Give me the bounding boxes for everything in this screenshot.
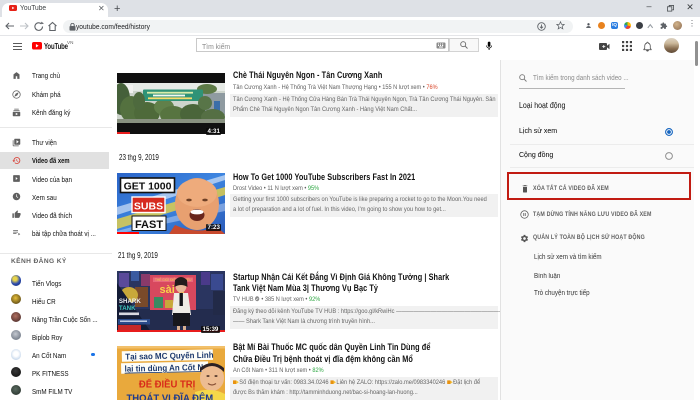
svg-text:SUBS: SUBS [134, 201, 163, 213]
svg-text:ĐỂ ĐIỀU TRỊ: ĐỂ ĐIỀU TRỊ [139, 378, 196, 390]
svg-text:THOÁT VỊ ĐĨA ĐỆM: THOÁT VỊ ĐĨA ĐỆM [127, 392, 214, 400]
svg-text:TANK: TANK [119, 305, 136, 312]
svg-text:GET 1000: GET 1000 [124, 181, 172, 193]
svg-text:FAST: FAST [135, 219, 163, 231]
svg-text:Tại sao MC Quyến Linh: Tại sao MC Quyến Linh [125, 350, 214, 362]
